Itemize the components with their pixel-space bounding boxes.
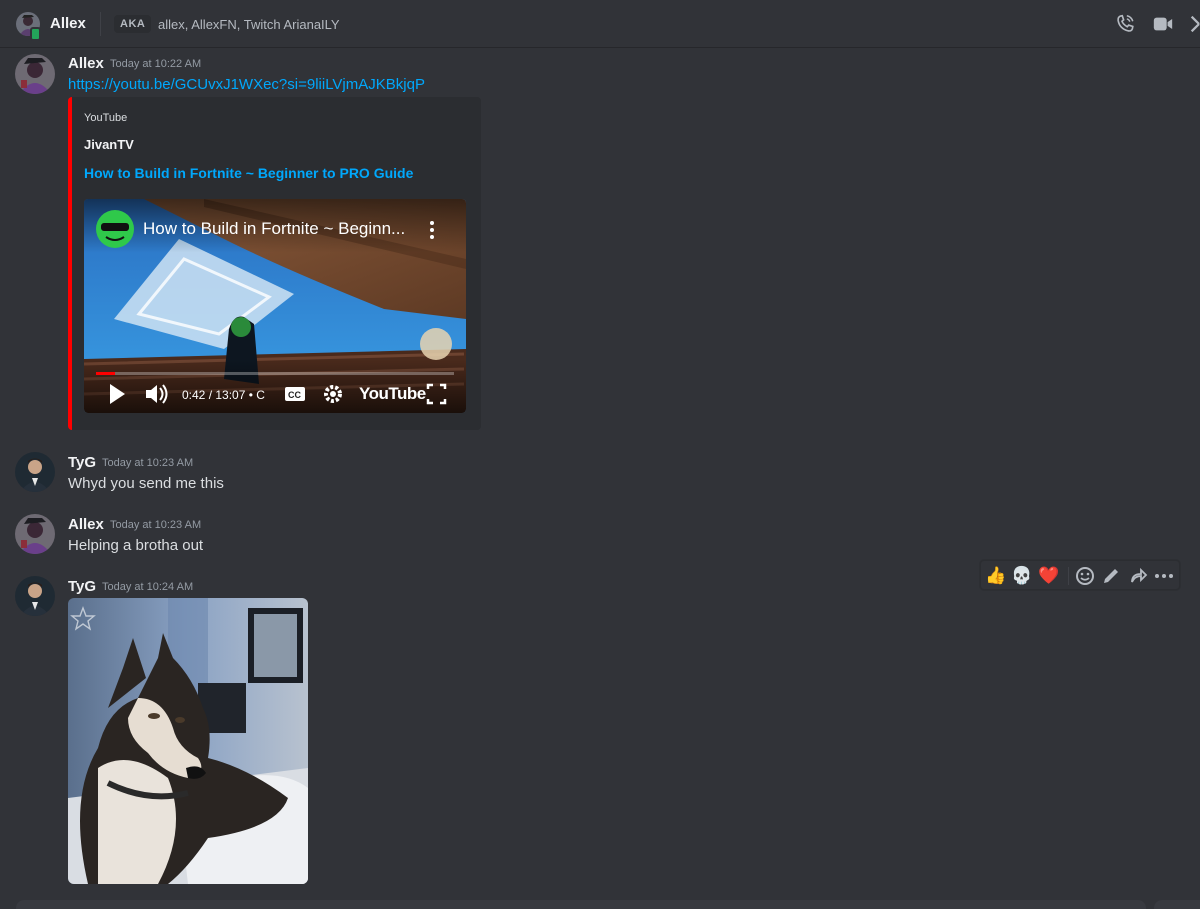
video-title[interactable]: How to Build in Fortnite ~ Beginn... xyxy=(143,219,405,239)
video-time: 0:42 / 13:07 • C xyxy=(182,388,265,402)
image-attachment[interactable] xyxy=(68,598,308,884)
avatar[interactable] xyxy=(15,452,55,492)
toolbar-divider xyxy=(1068,567,1069,585)
message-author[interactable]: Allex xyxy=(68,516,104,533)
aka-badge: AKA xyxy=(114,15,152,33)
voice-call-icon[interactable] xyxy=(1114,13,1136,35)
side-panel-edge xyxy=(1154,900,1200,909)
avatar[interactable] xyxy=(15,576,55,616)
thumbs-up-reaction[interactable]: 👍 xyxy=(985,565,1007,587)
mobile-status-icon xyxy=(30,27,41,41)
forward-icon[interactable] xyxy=(1127,565,1149,587)
aka-names: allex, AllexFN, Twitch ArianaILY xyxy=(158,17,340,32)
add-reaction-icon[interactable] xyxy=(1074,565,1096,587)
message-timestamp: Today at 10:22 AM xyxy=(110,58,202,70)
message-author[interactable]: TyG xyxy=(68,578,96,595)
message-timestamp: Today at 10:24 AM xyxy=(102,581,194,593)
video-player[interactable]: CC How to Build in Fortnite ~ Beginn... … xyxy=(84,199,466,413)
youtube-embed: YouTube JivanTV How to Build in Fortnite… xyxy=(68,97,481,430)
header-divider xyxy=(100,12,101,36)
message-link[interactable]: https://youtu.be/GCUvxJ1WXec?si=9liiLVjm… xyxy=(68,76,425,93)
channel-header: Allex AKA allex, AllexFN, Twitch ArianaI… xyxy=(0,0,1200,48)
message-text: Helping a brotha out xyxy=(68,537,204,554)
message-author[interactable]: Allex xyxy=(68,55,104,72)
husky-dog-image xyxy=(68,598,308,884)
embed-author[interactable]: JivanTV xyxy=(84,137,134,152)
svg-text:CC: CC xyxy=(288,390,301,400)
youtube-logo[interactable]: YouTube xyxy=(359,384,426,404)
message-author[interactable]: TyG xyxy=(68,454,96,471)
avatar[interactable] xyxy=(15,514,55,554)
pin-icon[interactable] xyxy=(1188,13,1200,35)
skull-reaction[interactable]: 💀 xyxy=(1011,565,1033,587)
embed-provider[interactable]: YouTube xyxy=(84,112,127,124)
message-timestamp: Today at 10:23 AM xyxy=(102,457,194,469)
video-call-icon[interactable] xyxy=(1152,13,1174,35)
message-timestamp: Today at 10:23 AM xyxy=(110,519,202,531)
message-text: Whyd you send me this xyxy=(68,475,224,492)
avatar[interactable] xyxy=(15,54,55,94)
message-actions-toolbar: 👍 💀 ❤️ xyxy=(980,560,1180,590)
heart-reaction[interactable]: ❤️ xyxy=(1038,565,1060,587)
embed-title[interactable]: How to Build in Fortnite ~ Beginner to P… xyxy=(84,165,413,181)
dm-title[interactable]: Allex xyxy=(50,15,86,32)
edit-icon[interactable] xyxy=(1100,565,1122,587)
more-icon[interactable] xyxy=(1153,565,1175,587)
message-input-bar[interactable] xyxy=(16,900,1146,909)
